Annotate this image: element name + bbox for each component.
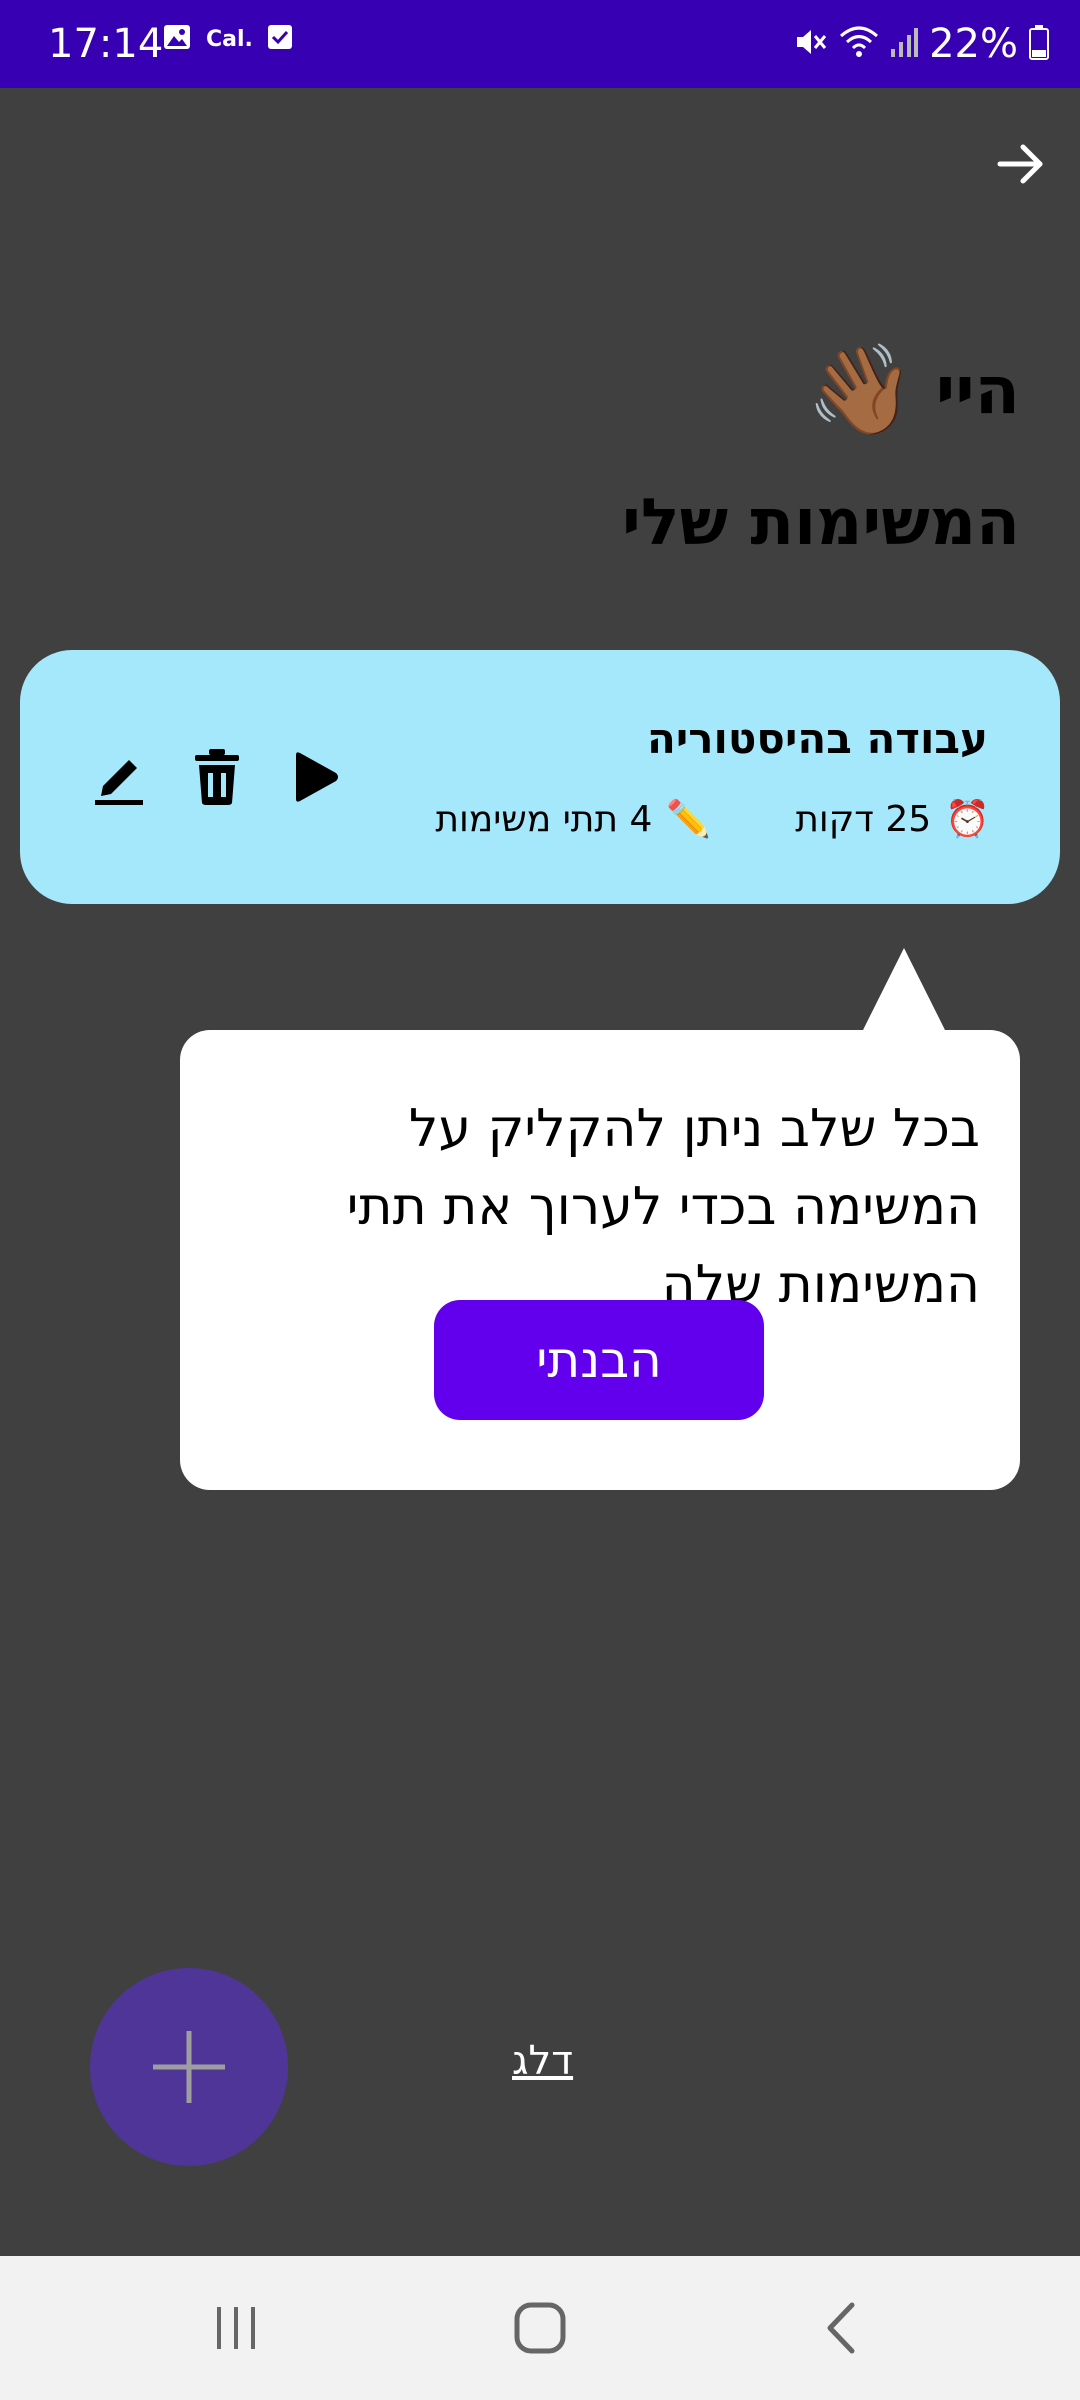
signal-icon xyxy=(889,25,919,63)
pencil-icon: ✏️ xyxy=(666,799,712,840)
tooltip: בכל שלב ניתן להקליק על המשימה בכדי לערוך… xyxy=(180,1030,1020,1490)
skip-link[interactable]: דלג xyxy=(512,2038,573,2084)
status-right-icons: 22% xyxy=(793,16,1050,72)
add-task-button[interactable] xyxy=(90,1968,288,2166)
task-duration: ⏰ 25 דקות xyxy=(795,798,990,841)
task-subtasks-text: 4 תתי משימות xyxy=(435,798,653,840)
recent-apps-icon[interactable] xyxy=(206,2298,266,2358)
trash-icon[interactable] xyxy=(188,746,246,808)
got-it-button[interactable]: הבנתי xyxy=(434,1300,764,1420)
alarm-clock-icon: ⏰ xyxy=(945,799,990,840)
tooltip-text: בכל שלב ניתן להקליק על המשימה בכדי לערוך… xyxy=(346,1099,980,1315)
system-nav-bar xyxy=(0,2256,1080,2400)
image-icon xyxy=(162,22,192,56)
task-subtasks: ✏️ 4 תתי משימות xyxy=(435,798,712,841)
task-meta: ⏰ 25 דקות ✏️ 4 תתי משימות xyxy=(435,798,990,841)
mute-icon xyxy=(793,24,829,64)
play-icon[interactable] xyxy=(286,746,344,808)
tooltip-pointer xyxy=(862,948,946,1032)
task-name: עבודה בהיסטוריה xyxy=(646,714,988,763)
back-icon[interactable] xyxy=(812,2298,872,2358)
greeting-text: היי xyxy=(935,351,1020,429)
home-icon[interactable] xyxy=(510,2298,570,2358)
status-bar: 17:14 Cal. 22% xyxy=(0,0,1080,88)
page-title: המשימות שלי xyxy=(621,486,1020,560)
edit-icon[interactable] xyxy=(90,746,148,808)
task-card[interactable]: עבודה בהיסטוריה ⏰ 25 דקות ✏️ 4 תתי משימו… xyxy=(20,650,1060,904)
back-arrow-icon[interactable] xyxy=(990,134,1050,194)
status-left-icons: Cal. xyxy=(162,22,293,56)
battery-icon xyxy=(1028,24,1050,64)
waving-hand-icon: 👋🏾 xyxy=(806,338,916,441)
cal-label: Cal. xyxy=(206,26,253,52)
task-actions xyxy=(90,746,344,808)
plus-icon xyxy=(153,2031,225,2103)
battery-percent: 22% xyxy=(929,21,1018,67)
task-duration-text: 25 דקות xyxy=(795,798,932,840)
status-time: 17:14 xyxy=(48,21,164,67)
wifi-icon xyxy=(839,24,879,64)
check-box-icon xyxy=(267,24,293,54)
greeting: היי 👋🏾 xyxy=(806,340,1020,440)
